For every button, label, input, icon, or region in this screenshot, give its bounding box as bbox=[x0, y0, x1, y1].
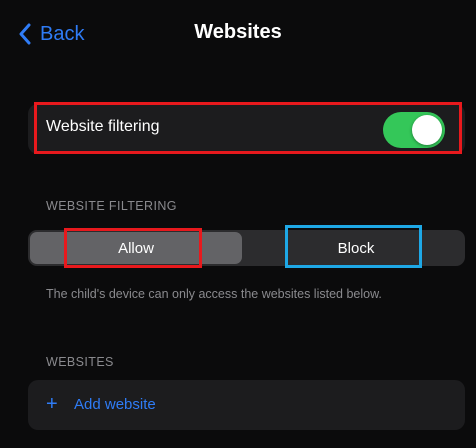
plus-icon: + bbox=[46, 393, 58, 415]
filtering-mode-segmented-control: Allow Block bbox=[28, 230, 465, 266]
filtering-mode-header: WEBSITE FILTERING bbox=[46, 199, 177, 213]
allow-segment[interactable]: Allow bbox=[30, 232, 242, 264]
page-title: Websites bbox=[194, 21, 282, 43]
websites-screen: Back Websites Website filtering WEBSITE … bbox=[0, 0, 476, 448]
block-segment[interactable]: Block bbox=[250, 232, 462, 264]
toggle-knob bbox=[412, 115, 442, 145]
website-filtering-label: Website filtering bbox=[46, 118, 160, 135]
website-filtering-row: Website filtering bbox=[28, 104, 465, 154]
filtering-mode-footnote: The child's device can only access the w… bbox=[46, 287, 382, 301]
websites-header: WEBSITES bbox=[46, 355, 114, 369]
add-website-label: Add website bbox=[74, 396, 156, 413]
website-filtering-toggle[interactable] bbox=[383, 112, 445, 148]
add-website-button[interactable]: + Add website bbox=[28, 380, 465, 430]
